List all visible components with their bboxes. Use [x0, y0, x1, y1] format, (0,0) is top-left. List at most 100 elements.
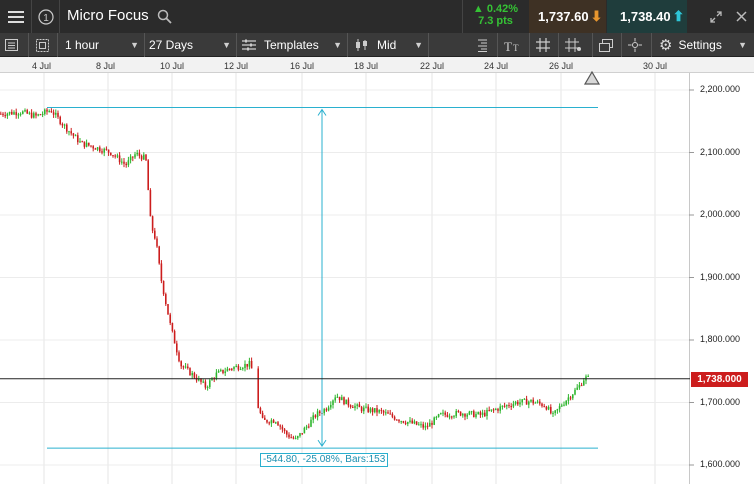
layout-grid-icon[interactable] [36, 33, 52, 57]
chevron-down-icon: ▼ [130, 40, 139, 50]
candle-body [552, 412, 554, 414]
x-tick-label: 10 Jul [160, 61, 185, 71]
candle-body [138, 152, 141, 156]
buy-button[interactable]: 1,738.40 ⬆ [607, 0, 687, 33]
info-icon[interactable]: 1 [33, 0, 60, 33]
candle-body [365, 406, 367, 408]
candle-body [30, 112, 33, 118]
candle-body [147, 160, 149, 191]
price-chart[interactable] [0, 73, 754, 484]
candle-body [499, 406, 501, 411]
candle-body [74, 135, 77, 137]
current-price-tag: 1,738.000 [691, 371, 748, 387]
candle-body [378, 409, 380, 413]
candle-body [112, 155, 114, 157]
candle-body [50, 110, 53, 113]
sell-price: 1,737.60 [538, 9, 589, 24]
candle-body [393, 416, 396, 420]
candle-body [270, 420, 273, 424]
candle-body [468, 411, 471, 415]
candle-body [462, 413, 464, 416]
y-tick-label: 1,700.000 [700, 396, 741, 407]
candle-body [44, 109, 46, 114]
candle-body [422, 424, 424, 428]
candle-body [110, 152, 112, 156]
candle-body [154, 230, 156, 239]
candle-body [338, 396, 341, 401]
range-dropdown[interactable]: 27 Days ▼ [149, 33, 235, 57]
close-icon[interactable] [730, 0, 752, 33]
grid-icon[interactable] [536, 33, 552, 57]
candle-body [116, 155, 119, 157]
candle-body [261, 412, 264, 418]
candle-body [81, 141, 83, 143]
candle-body [547, 406, 550, 410]
crosshair-grid-icon[interactable] [565, 33, 585, 57]
candle-body [59, 116, 61, 124]
candle-body [415, 421, 418, 425]
search-icon[interactable] [153, 0, 175, 33]
candle-body [39, 114, 42, 116]
candle-body [171, 322, 174, 331]
text-tool-icon[interactable]: TT [504, 33, 524, 57]
candle-body [66, 124, 68, 132]
candle-body [514, 401, 517, 404]
candle-body [11, 111, 13, 115]
sell-button[interactable]: 1,737.60 ⬇ [529, 0, 606, 33]
candle-body [561, 405, 563, 407]
candle-body [169, 314, 171, 323]
x-tick-label: 16 Jul [290, 61, 315, 71]
candle-body [565, 400, 567, 405]
candle-body [319, 411, 321, 414]
candle-body [332, 400, 334, 405]
svg-text:T: T [513, 43, 519, 52]
chevron-down-icon: ▼ [222, 40, 231, 50]
menu-icon[interactable] [0, 0, 32, 33]
indicators-icon[interactable] [476, 33, 492, 57]
candle-body [103, 148, 105, 153]
x-tick-label: 22 Jul [420, 61, 445, 71]
candle-body [455, 411, 457, 417]
expand-icon[interactable] [705, 0, 727, 33]
candle-body [121, 161, 123, 163]
candle-body [220, 369, 222, 371]
chevron-down-icon: ▼ [414, 40, 423, 50]
candle-body [127, 160, 130, 166]
templates-icon [242, 39, 256, 51]
candle-body [521, 399, 523, 403]
crosshair-icon[interactable] [628, 33, 644, 57]
candle-body [433, 417, 435, 425]
templates-dropdown[interactable]: Templates ▼ [242, 33, 346, 57]
candle-body [367, 406, 369, 412]
candle-body [404, 422, 407, 424]
candle-body [369, 408, 372, 412]
candle-body [545, 406, 548, 410]
candle-body [464, 413, 466, 417]
windows-icon[interactable] [599, 33, 615, 57]
candle-body [158, 246, 160, 264]
candle-body [517, 401, 519, 405]
price-type-dropdown[interactable]: Mid ▼ [355, 33, 427, 57]
settings-button[interactable]: ⚙ Settings ▼ [659, 33, 751, 57]
candle-body [431, 422, 433, 425]
candle-body [396, 419, 398, 421]
candle-body [250, 360, 253, 369]
candle-body [475, 414, 477, 418]
candle-body [61, 123, 64, 126]
list-icon[interactable] [5, 33, 21, 57]
candle-body [101, 151, 103, 153]
candle-body [35, 113, 37, 116]
candle-body [99, 147, 101, 152]
candle-body [532, 399, 534, 404]
chevron-down-icon: ▼ [333, 40, 342, 50]
svg-text:T: T [504, 39, 512, 52]
candle-body [107, 149, 110, 153]
scroll-to-end-icon[interactable] [584, 71, 600, 85]
candle-body [470, 411, 473, 413]
candle-body [389, 413, 391, 415]
interval-dropdown[interactable]: 1 hour ▼ [65, 33, 143, 57]
candle-body [19, 113, 22, 115]
candle-body [55, 112, 57, 115]
candle-body [398, 419, 400, 422]
candle-body [391, 413, 394, 417]
